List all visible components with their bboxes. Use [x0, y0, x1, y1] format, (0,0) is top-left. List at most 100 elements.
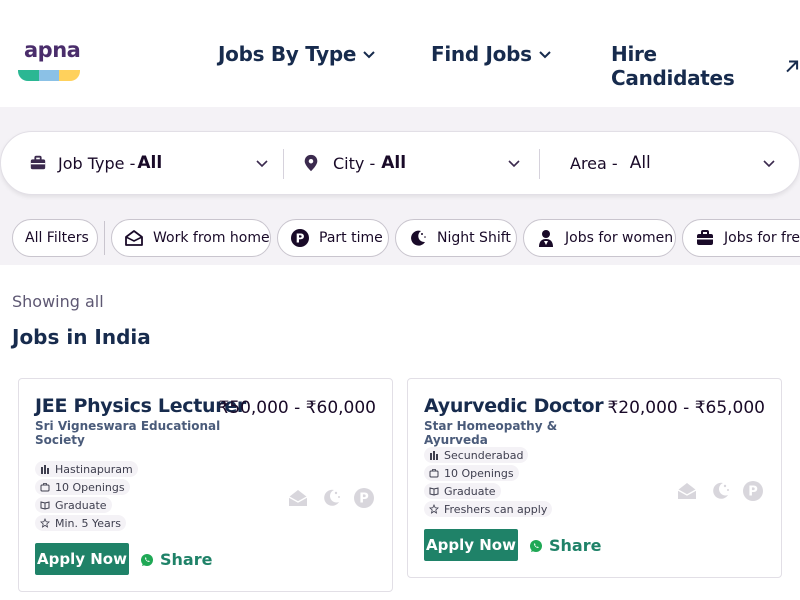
star-icon [40, 518, 50, 528]
chevron-down-icon[interactable] [507, 156, 521, 170]
showing-text: Showing all [12, 292, 104, 311]
openings-tag: 10 Openings [424, 465, 519, 481]
results-heading: Jobs in India [12, 325, 151, 349]
chevron-down-icon[interactable] [762, 156, 776, 170]
share-button[interactable]: Share [140, 550, 212, 569]
tag-text: 10 Openings [444, 466, 514, 480]
woman-icon [539, 230, 553, 247]
education-icon [40, 501, 50, 510]
briefcase-icon [697, 230, 713, 245]
tag-text: 10 Openings [55, 480, 125, 494]
area-value: All [629, 153, 651, 173]
logo-text: apna [24, 38, 81, 62]
logo-color-bar [18, 70, 80, 81]
tag-text: Graduate [444, 484, 496, 498]
experience-tag: Freshers can apply [424, 501, 553, 517]
apna-logo[interactable]: apna [18, 38, 82, 82]
home-icon [288, 490, 308, 506]
chip-label: Night Shift [437, 230, 511, 246]
openings-tag: 10 Openings [35, 479, 130, 495]
briefcase-icon [40, 483, 50, 492]
job-card[interactable]: JEE Physics Lecturer Sri Vigneswara Educ… [18, 378, 393, 592]
location-tag: Hastinapuram [35, 461, 138, 477]
tag-text: Freshers can apply [444, 502, 548, 516]
home-icon [677, 483, 697, 499]
chip-part-time[interactable]: P Part time [277, 219, 389, 257]
share-label: Share [160, 550, 213, 569]
briefcase-icon [429, 469, 439, 478]
company-name: Star Homeopathy & Ayurveda [424, 419, 558, 447]
chip-jobs-for-women[interactable]: Jobs for women [523, 219, 676, 257]
share-label: Share [549, 536, 602, 555]
job-title[interactable]: Ayurvedic Doctor [424, 395, 604, 417]
nav-label: Hire Candidates [611, 42, 735, 90]
job-type-value: All [137, 153, 163, 173]
star-icon [429, 504, 439, 514]
nav-find-jobs[interactable]: Find Jobs [431, 42, 552, 66]
whatsapp-icon [141, 553, 153, 566]
home-icon [125, 230, 143, 246]
city-value: All [381, 153, 407, 173]
experience-tag: Min. 5 Years [35, 515, 127, 531]
part-time-icon: P [743, 481, 763, 501]
company-name: Sri Vigneswara Educational Society [35, 419, 221, 447]
quick-filters: All Filters Work from home P Part time N… [12, 219, 800, 257]
location-pin-icon [304, 154, 318, 172]
tag-text: Hastinapuram [55, 462, 133, 476]
site-header: apna Jobs By Type Find Jobs Hire Candida… [0, 0, 800, 107]
svg-text:P: P [296, 232, 305, 246]
job-card[interactable]: Ayurvedic Doctor Star Homeopathy & Ayurv… [407, 378, 782, 578]
chevron-down-icon [539, 51, 551, 59]
chip-all-filters[interactable]: All Filters [12, 219, 98, 257]
perk-icons: P [287, 487, 375, 509]
nav-jobs-by-type[interactable]: Jobs By Type [218, 42, 376, 66]
city-label: City - [333, 153, 376, 173]
job-type-label: Job Type - [58, 153, 136, 173]
apply-now-button[interactable]: Apply Now [35, 543, 129, 575]
chip-work-from-home[interactable]: Work from home [111, 219, 271, 257]
whatsapp-icon [530, 539, 542, 552]
chip-label: Part time [319, 230, 383, 246]
part-time-icon: P [291, 229, 309, 247]
job-type-select[interactable]: Job Type - All [29, 132, 162, 194]
job-tags: Secunderabad 10 Openings Graduate Freshe… [424, 447, 553, 519]
apply-now-button[interactable]: Apply Now [424, 529, 518, 561]
tag-text: Graduate [55, 498, 107, 512]
city-select[interactable]: City - All [302, 132, 406, 194]
nav-hire-candidates[interactable]: Hire Candidates [611, 42, 800, 90]
divider [283, 149, 284, 179]
moon-icon [324, 489, 340, 506]
chip-label: Work from home [153, 230, 270, 246]
search-bar: Job Type - All City - All Area - All [0, 131, 800, 195]
area-label: Area - [570, 153, 618, 173]
building-icon [41, 465, 49, 474]
job-title[interactable]: JEE Physics Lecturer [35, 395, 246, 417]
nav-label: Jobs By Type [218, 42, 357, 66]
share-button[interactable]: Share [529, 536, 601, 555]
arrow-up-right-icon [786, 59, 798, 72]
salary-range: ₹50,000 - ₹60,000 [218, 398, 376, 418]
svg-text:P: P [359, 492, 369, 507]
chip-label: All Filters [25, 230, 89, 246]
chip-night-shift[interactable]: Night Shift [395, 219, 517, 257]
chevron-down-icon [363, 51, 375, 59]
nav-label: Find Jobs [431, 42, 532, 66]
chip-divider [104, 221, 105, 255]
moon-icon [411, 230, 426, 246]
briefcase-icon [30, 155, 46, 170]
chevron-down-icon[interactable] [255, 156, 269, 170]
education-icon [429, 487, 439, 496]
chip-label: Jobs for women [565, 230, 674, 246]
moon-icon [713, 482, 729, 499]
education-tag: Graduate [424, 483, 501, 499]
divider [539, 149, 540, 179]
area-select[interactable]: Area - All [570, 132, 651, 194]
svg-text:P: P [748, 485, 758, 500]
chip-label: Jobs for freshers [724, 230, 800, 246]
perk-icons: P [676, 480, 764, 502]
chip-jobs-for-freshers[interactable]: Jobs for freshers [682, 219, 800, 257]
part-time-icon: P [354, 488, 374, 508]
tag-text: Min. 5 Years [55, 516, 122, 530]
tag-text: Secunderabad [444, 448, 524, 462]
salary-range: ₹20,000 - ₹65,000 [607, 398, 765, 418]
